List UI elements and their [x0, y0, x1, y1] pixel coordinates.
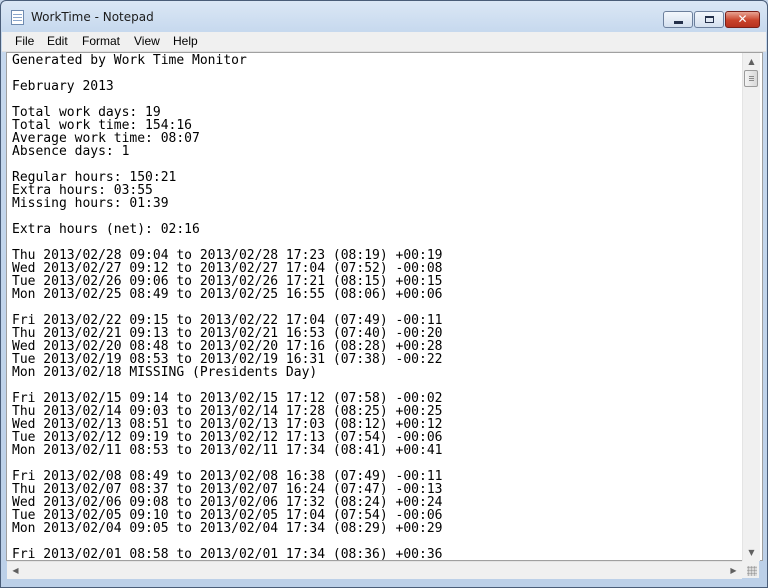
- text-line[interactable]: Fri 2013/02/01 08:58 to 2013/02/01 17:34…: [12, 547, 442, 560]
- close-icon: ✕: [737, 12, 748, 26]
- close-button[interactable]: ✕: [725, 11, 760, 28]
- menu-format[interactable]: Format: [82, 34, 120, 48]
- text-line[interactable]: Generated by Work Time Monitor: [12, 53, 247, 68]
- maximize-icon: [705, 16, 714, 23]
- text-line[interactable]: Mon 2013/02/11 08:53 to 2013/02/11 17:34…: [12, 443, 442, 458]
- document-text[interactable]: Generated by Work Time Monitor February …: [12, 53, 442, 560]
- text-line[interactable]: Mon 2013/02/04 09:05 to 2013/02/04 17:34…: [12, 521, 442, 536]
- notepad-window: WorkTime - Notepad ✕ File Edit Format Vi…: [0, 0, 768, 588]
- scroll-left-icon[interactable]: ◀: [7, 562, 24, 579]
- size-grip[interactable]: [742, 561, 759, 578]
- horizontal-scrollbar[interactable]: ◀ ▶: [7, 561, 742, 579]
- text-line[interactable]: Mon 2013/02/25 08:49 to 2013/02/25 16:55…: [12, 287, 442, 302]
- menu-bar: File Edit Format View Help: [2, 32, 766, 52]
- text-line[interactable]: Extra hours (net): 02:16: [12, 222, 200, 237]
- scroll-down-icon[interactable]: ▼: [743, 544, 760, 561]
- text-line[interactable]: Mon 2013/02/18 MISSING (Presidents Day): [12, 365, 317, 380]
- maximize-button[interactable]: [694, 11, 724, 28]
- text-line[interactable]: Missing hours: 01:39: [12, 196, 169, 211]
- vertical-scroll-thumb[interactable]: [744, 70, 758, 87]
- title-bar[interactable]: WorkTime - Notepad ✕: [1, 1, 767, 33]
- minimize-icon: [674, 21, 683, 24]
- text-line[interactable]: February 2013: [12, 79, 114, 94]
- menu-view[interactable]: View: [134, 34, 160, 48]
- minimize-button[interactable]: [663, 11, 693, 28]
- scroll-right-icon[interactable]: ▶: [725, 562, 742, 579]
- menu-file[interactable]: File: [15, 34, 34, 48]
- menu-help[interactable]: Help: [173, 34, 198, 48]
- text-line[interactable]: Absence days: 1: [12, 144, 129, 159]
- text-editor[interactable]: Generated by Work Time Monitor February …: [6, 52, 763, 561]
- window-title: WorkTime - Notepad: [31, 10, 154, 24]
- menu-edit[interactable]: Edit: [47, 34, 68, 48]
- scroll-up-icon[interactable]: ▲: [743, 53, 760, 70]
- vertical-scrollbar[interactable]: ▲ ▼: [742, 53, 760, 561]
- resize-grip-icon[interactable]: [747, 566, 757, 576]
- notepad-icon[interactable]: [11, 10, 24, 25]
